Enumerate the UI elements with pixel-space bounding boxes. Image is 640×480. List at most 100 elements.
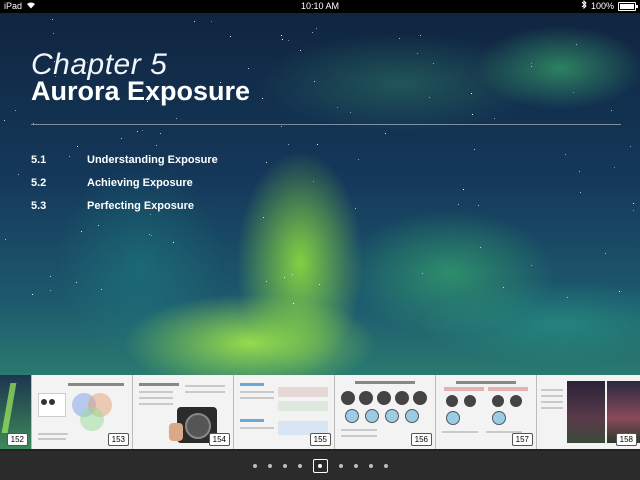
star — [531, 265, 532, 266]
page-dot[interactable] — [282, 463, 287, 468]
star — [314, 81, 315, 82]
star — [18, 174, 19, 175]
star — [399, 38, 400, 39]
toc-item-5-2[interactable]: 5.2 Achieving Exposure — [31, 177, 218, 200]
star — [605, 253, 606, 254]
star — [282, 39, 283, 40]
page-thumbnail-153[interactable]: 153 — [32, 375, 133, 449]
star — [312, 32, 313, 33]
star — [337, 107, 338, 108]
star — [230, 36, 231, 37]
clock: 10:10 AM — [300, 1, 340, 11]
star — [281, 35, 282, 36]
star — [121, 138, 122, 139]
star — [50, 290, 51, 291]
toc-item-5-3[interactable]: 5.3 Perfecting Exposure — [31, 200, 218, 223]
page-number: 157 — [511, 433, 533, 446]
star — [266, 162, 267, 163]
title-divider — [31, 124, 621, 125]
star — [151, 235, 152, 236]
star — [262, 98, 263, 99]
star — [101, 289, 102, 290]
page-dot[interactable] — [312, 458, 328, 473]
page-thumbnail-152[interactable]: 152 — [0, 375, 32, 449]
star — [317, 144, 318, 145]
page-control[interactable] — [0, 451, 640, 480]
star — [580, 192, 581, 193]
bluetooth-icon — [581, 0, 587, 13]
star — [619, 291, 620, 292]
toc-item-number: 5.2 — [31, 177, 47, 189]
star — [81, 231, 82, 232]
star — [573, 92, 574, 93]
star — [53, 33, 54, 34]
star — [471, 93, 472, 94]
star — [358, 159, 359, 160]
chapter-title: Aurora Exposure — [31, 76, 251, 106]
star — [385, 133, 386, 134]
star — [98, 225, 99, 226]
star — [458, 204, 459, 205]
star — [633, 203, 634, 204]
star — [194, 21, 195, 22]
toc-item-number: 5.1 — [31, 154, 47, 166]
page-thumbnail-154[interactable]: 154 — [133, 375, 234, 449]
toc-item-5-1[interactable]: 5.1 Understanding Exposure — [31, 154, 218, 177]
star — [614, 167, 615, 168]
page-number: 155 — [309, 433, 331, 446]
star — [15, 110, 16, 111]
page-thumbnail-strip[interactable]: 152 153 154 155 156 157 158 — [0, 375, 640, 451]
star — [350, 112, 351, 113]
star — [173, 242, 174, 243]
star — [355, 208, 356, 209]
star — [300, 50, 301, 51]
star — [77, 146, 78, 147]
star — [531, 63, 532, 64]
star — [319, 284, 320, 285]
page-dot[interactable] — [252, 463, 257, 468]
status-bar: iPad 10:10 AM 100% — [0, 0, 640, 13]
star — [281, 126, 282, 127]
page-number: 156 — [410, 433, 432, 446]
page-number: 158 — [615, 433, 637, 446]
star — [266, 281, 267, 282]
star — [472, 114, 473, 115]
star — [284, 277, 285, 278]
page-thumbnail-155[interactable]: 155 — [234, 375, 335, 449]
star — [263, 217, 264, 218]
page-thumbnail-156[interactable]: 156 — [335, 375, 436, 449]
star — [160, 133, 161, 134]
page-dot[interactable] — [267, 463, 272, 468]
page-dot[interactable] — [297, 463, 302, 468]
star — [76, 282, 77, 283]
chapter-contents: 5.1 Understanding Exposure 5.2 Achieving… — [31, 154, 218, 223]
star — [292, 274, 293, 275]
star — [52, 19, 53, 20]
star — [176, 118, 177, 119]
star — [433, 63, 434, 64]
star — [293, 303, 294, 304]
page-number: 154 — [208, 433, 230, 446]
page-dot[interactable] — [368, 463, 373, 468]
page-dot[interactable] — [353, 463, 358, 468]
page-thumbnail-157[interactable]: 157 — [436, 375, 537, 449]
star — [248, 68, 249, 69]
star — [422, 273, 423, 274]
star — [211, 21, 212, 22]
page-dot[interactable] — [338, 463, 343, 468]
star — [576, 44, 577, 45]
star — [474, 149, 475, 150]
star — [142, 130, 143, 131]
toc-item-number: 5.3 — [31, 200, 47, 212]
star — [420, 35, 421, 36]
page-dot[interactable] — [383, 463, 388, 468]
star — [137, 131, 138, 132]
star — [288, 40, 289, 41]
page-number: 152 — [6, 433, 28, 446]
star — [156, 145, 157, 146]
star — [633, 210, 634, 211]
page-thumbnail-158[interactable]: 158 — [537, 375, 640, 449]
toc-item-title: Understanding Exposure — [87, 154, 218, 166]
star — [429, 97, 430, 98]
star — [503, 287, 504, 288]
